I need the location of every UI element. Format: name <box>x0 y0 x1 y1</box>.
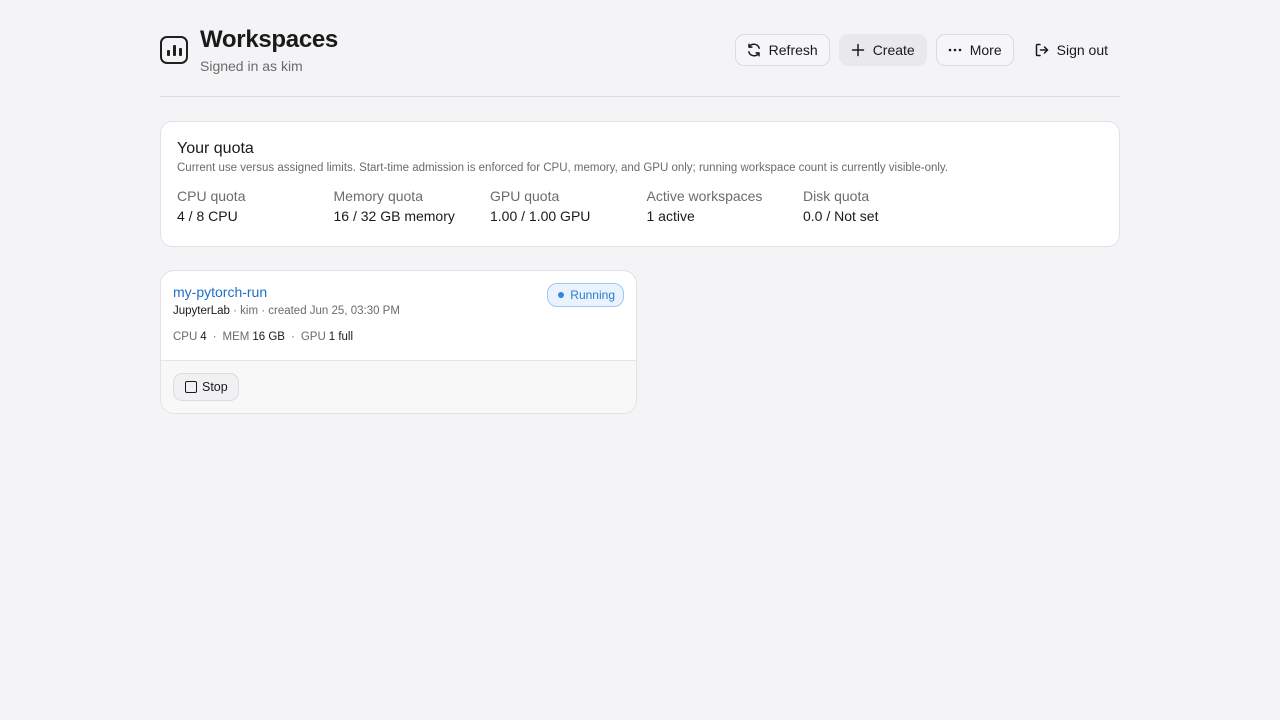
refresh-button[interactable]: Refresh <box>734 34 830 66</box>
more-button[interactable]: More <box>935 34 1014 66</box>
separator: · <box>212 331 217 343</box>
quota-item-disk: Disk quota 0.0 / Not set <box>803 188 960 224</box>
mem-label: MEM <box>222 331 250 343</box>
quota-grid: CPU quota 4 / 8 CPU Memory quota 16 / 32… <box>177 188 1103 224</box>
separator: · <box>290 331 295 343</box>
quota-value: 16 / 32 GB memory <box>333 208 455 224</box>
create-label: Create <box>872 42 915 58</box>
refresh-icon <box>746 42 762 58</box>
refresh-label: Refresh <box>768 42 818 58</box>
workspace-card-footer: Stop <box>161 361 636 413</box>
workspace-card: my-pytorch-run JupyterLab · kim · create… <box>160 270 637 414</box>
header-actions: Refresh Create More Sign out <box>734 34 1120 66</box>
quota-item-gpu: GPU quota 1.00 / 1.00 GPU <box>490 188 647 224</box>
quota-description: Current use versus assigned limits. Star… <box>177 162 949 174</box>
status-label: Running <box>570 288 615 302</box>
quota-item-cpu: CPU quota 4 / 8 CPU <box>177 188 334 224</box>
quota-label: Memory quota <box>333 188 423 204</box>
bar-chart-icon <box>160 36 188 64</box>
workspace-app: JupyterLab <box>173 305 230 317</box>
cpu-label: CPU <box>173 331 198 343</box>
signed-in-text: Signed in as kim <box>200 58 303 74</box>
more-label: More <box>969 42 1002 58</box>
quota-value: 4 / 8 CPU <box>177 208 238 224</box>
quota-value: 0.0 / Not set <box>803 208 879 224</box>
stop-icon <box>185 381 197 393</box>
quota-label: Active workspaces <box>646 188 763 204</box>
mem-value: 16 GB <box>252 331 285 343</box>
quota-card: Your quota Current use versus assigned l… <box>160 121 1120 247</box>
quota-value: 1.00 / 1.00 GPU <box>490 208 591 224</box>
status-dot-icon <box>558 292 565 298</box>
plus-icon <box>850 42 866 58</box>
stop-button[interactable]: Stop <box>173 373 239 401</box>
workspace-owner-created: · kim · created Jun 25, 03:30 PM <box>233 305 400 317</box>
page-title: Workspaces <box>200 26 338 53</box>
brand: Workspaces Signed in as kim <box>160 26 338 74</box>
cpu-value: 4 <box>200 331 207 343</box>
quota-title: Your quota <box>177 140 254 157</box>
gpu-label: GPU <box>300 331 326 343</box>
sign-out-label: Sign out <box>1056 42 1108 58</box>
header-divider <box>160 96 1120 97</box>
quota-label: CPU quota <box>177 188 246 204</box>
sign-out-button[interactable]: Sign out <box>1023 34 1120 66</box>
workspace-card-body: my-pytorch-run JupyterLab · kim · create… <box>161 271 636 361</box>
quota-item-active-workspaces: Active workspaces 1 active <box>647 188 804 224</box>
workspace-resources: CPU 4 · MEM 16 GB · GPU 1 full <box>173 331 624 343</box>
sign-out-icon <box>1034 42 1050 58</box>
quota-item-memory: Memory quota 16 / 32 GB memory <box>334 188 491 224</box>
header: Workspaces Signed in as kim Refresh Crea… <box>160 26 1120 78</box>
quota-value: 1 active <box>646 208 695 224</box>
stop-label: Stop <box>202 380 228 394</box>
status-badge: Running <box>547 283 624 307</box>
quota-label: Disk quota <box>803 188 870 204</box>
quota-label: GPU quota <box>490 188 560 204</box>
create-button[interactable]: Create <box>838 34 927 66</box>
ellipsis-icon <box>947 42 963 58</box>
workspaces-page: Workspaces Signed in as kim Refresh Crea… <box>0 0 1280 720</box>
gpu-value: 1 full <box>328 331 354 343</box>
